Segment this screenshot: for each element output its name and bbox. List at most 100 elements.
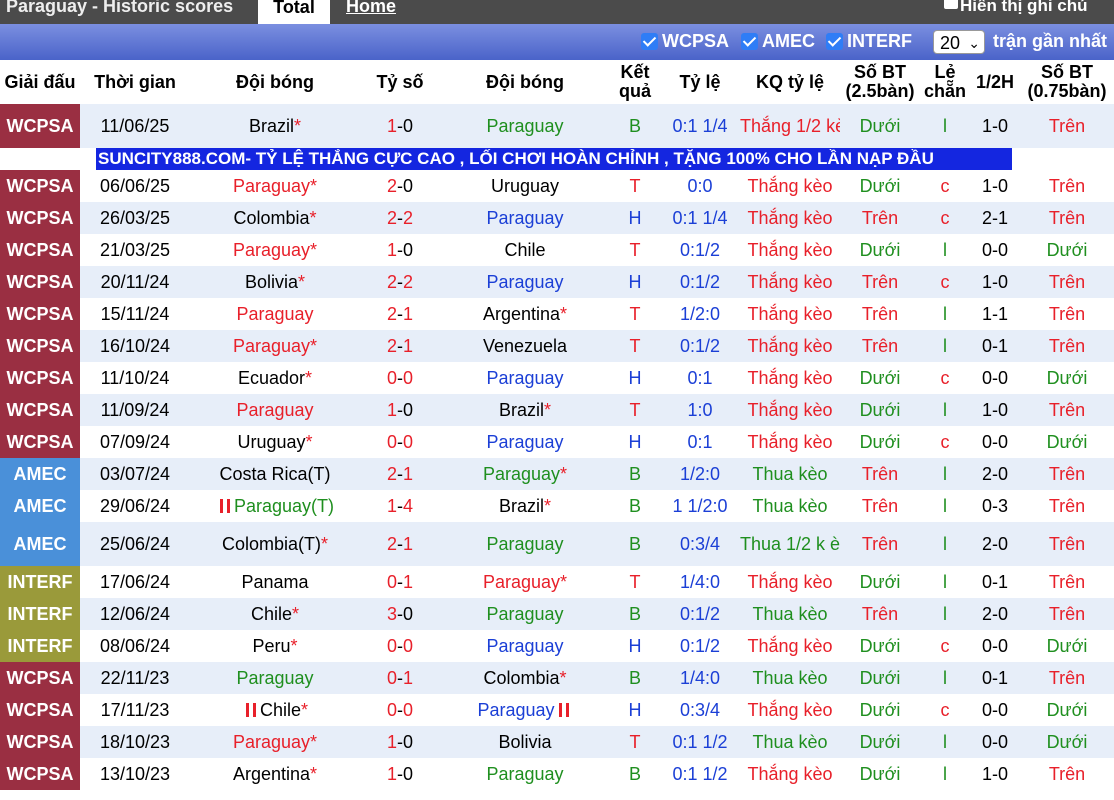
table-row[interactable]: WCPSA 20/11/24 Bolivia* 2-2 Paraguay H 0:1/2 Th… — [0, 266, 1114, 298]
away-team-name[interactable]: Paraguay — [486, 534, 563, 554]
score-cell[interactable]: 1-0 — [360, 394, 440, 426]
filter-interf[interactable]: INTERF — [826, 31, 912, 52]
score-cell[interactable]: 1-0 — [360, 104, 440, 148]
away-team-name[interactable]: Chile — [504, 240, 545, 260]
away-team-cell[interactable]: Paraguay — [440, 104, 610, 148]
ad-banner-cell[interactable]: SUNCITY888.COM- TỶ LỆ THẮNG CỰC CAO , LỐ… — [0, 148, 1114, 170]
home-team-cell[interactable]: Paraguay* — [190, 330, 360, 362]
home-team-cell[interactable]: Paraguay* — [190, 170, 360, 202]
away-team-cell[interactable]: Uruguay — [440, 170, 610, 202]
home-team-cell[interactable]: Ecuador* — [190, 362, 360, 394]
table-row[interactable]: WCPSA 07/09/24 Uruguay* 0-0 Paraguay H 0:1 Thắn… — [0, 426, 1114, 458]
score-cell[interactable]: 1-0 — [360, 758, 440, 790]
away-team-name[interactable]: Uruguay — [491, 176, 559, 196]
table-row[interactable]: WCPSA 06/06/25 Paraguay* 2-0 Uruguay T 0:0 Thắn… — [0, 170, 1114, 202]
away-team-name[interactable]: Paraguay — [483, 572, 560, 592]
tab-total[interactable]: Total — [258, 0, 330, 24]
away-team-cell[interactable]: Paraguay* — [440, 458, 610, 490]
checkbox-icon[interactable] — [826, 33, 843, 50]
away-team-cell[interactable]: Colombia* — [440, 662, 610, 694]
competition-cell[interactable]: AMEC — [0, 490, 80, 522]
competition-cell[interactable]: WCPSA — [0, 394, 80, 426]
table-row[interactable]: WCPSA 22/11/23 Paraguay 0-1 Colombia* B 1/4:0 T… — [0, 662, 1114, 694]
table-row[interactable]: INTERF 12/06/24 Chile* 3-0 Paraguay B 0:1/2 Thu… — [0, 598, 1114, 630]
home-team-cell[interactable]: Peru* — [190, 630, 360, 662]
home-team-name[interactable]: Paraguay — [236, 400, 313, 420]
away-team-name[interactable]: Colombia — [483, 668, 559, 688]
score-cell[interactable]: 0-0 — [360, 694, 440, 726]
home-team-cell[interactable]: Bolivia* — [190, 266, 360, 298]
away-team-name[interactable]: Paraguay — [486, 272, 563, 292]
table-row[interactable]: WCPSA 16/10/24 Paraguay* 2-1 Venezuela T 0:1/2… — [0, 330, 1114, 362]
home-team-cell[interactable]: Costa Rica(T) — [190, 458, 360, 490]
home-team-name[interactable]: Bolivia — [245, 272, 298, 292]
home-team-name[interactable]: Paraguay — [233, 732, 310, 752]
away-team-cell[interactable]: Paraguay — [440, 598, 610, 630]
competition-cell[interactable]: WCPSA — [0, 104, 80, 148]
away-team-name[interactable]: Paraguay — [477, 700, 554, 720]
home-team-name[interactable]: Colombia — [233, 208, 309, 228]
table-row[interactable]: WCPSA 21/03/25 Paraguay* 1-0 Chile T 0:1/2 Thắn… — [0, 234, 1114, 266]
competition-cell[interactable]: WCPSA — [0, 426, 80, 458]
home-team-name[interactable]: Paraguay — [236, 304, 313, 324]
score-cell[interactable]: 2-2 — [360, 202, 440, 234]
table-row[interactable]: WCPSA 11/10/24 Ecuador* 0-0 Paraguay H 0:1 Thắn… — [0, 362, 1114, 394]
show-notes-checkbox[interactable] — [944, 0, 958, 9]
home-team-cell[interactable]: Paraguay* — [190, 234, 360, 266]
table-row[interactable]: WCPSA 15/11/24 Paraguay 2-1 Argentina* T 1/2:0… — [0, 298, 1114, 330]
competition-cell[interactable]: WCPSA — [0, 266, 80, 298]
competition-cell[interactable]: INTERF — [0, 598, 80, 630]
competition-cell[interactable]: WCPSA — [0, 758, 80, 790]
table-row[interactable]: AMEC 29/06/24 Paraguay(T) 1-4 Brazil* B 1 1/2:… — [0, 490, 1114, 522]
away-team-name[interactable]: Paraguay — [486, 764, 563, 784]
home-team-name[interactable]: Peru — [252, 636, 290, 656]
competition-cell[interactable]: WCPSA — [0, 694, 80, 726]
home-team-cell[interactable]: Paraguay — [190, 298, 360, 330]
home-team-name[interactable]: Costa Rica(T) — [219, 464, 330, 484]
away-team-name[interactable]: Paraguay — [486, 432, 563, 452]
away-team-cell[interactable]: Chile — [440, 234, 610, 266]
score-cell[interactable]: 1-0 — [360, 234, 440, 266]
competition-cell[interactable]: AMEC — [0, 458, 80, 490]
filter-wcpsa[interactable]: WCPSA — [641, 31, 729, 52]
home-team-cell[interactable]: Paraguay — [190, 662, 360, 694]
away-team-cell[interactable]: Argentina* — [440, 298, 610, 330]
home-team-name[interactable]: Argentina — [233, 764, 310, 784]
home-team-name[interactable]: Ecuador — [238, 368, 305, 388]
ad-banner-row[interactable]: SUNCITY888.COM- TỶ LỆ THẮNG CỰC CAO , LỐ… — [0, 148, 1114, 170]
checkbox-icon[interactable] — [641, 33, 658, 50]
away-team-name[interactable]: Paraguay — [483, 464, 560, 484]
filter-amec[interactable]: AMEC — [741, 31, 815, 52]
competition-cell[interactable]: WCPSA — [0, 330, 80, 362]
away-team-name[interactable]: Brazil — [499, 400, 544, 420]
competition-cell[interactable]: WCPSA — [0, 362, 80, 394]
home-team-name[interactable]: Chile — [251, 604, 292, 624]
score-cell[interactable]: 2-0 — [360, 170, 440, 202]
away-team-cell[interactable]: Paraguay — [440, 266, 610, 298]
away-team-name[interactable]: Paraguay — [486, 368, 563, 388]
table-row[interactable]: WCPSA 18/10/23 Paraguay* 1-0 Bolivia T 0:1 1/2… — [0, 726, 1114, 758]
away-team-cell[interactable]: Paraguay — [440, 202, 610, 234]
home-team-name[interactable]: Paraguay — [233, 336, 310, 356]
score-cell[interactable]: 2-1 — [360, 330, 440, 362]
score-cell[interactable]: 0-0 — [360, 426, 440, 458]
away-team-cell[interactable]: Bolivia — [440, 726, 610, 758]
away-team-name[interactable]: Bolivia — [498, 732, 551, 752]
away-team-name[interactable]: Paraguay — [486, 116, 563, 136]
away-team-cell[interactable]: Brazil* — [440, 394, 610, 426]
table-row[interactable]: INTERF 17/06/24 Panama 0-1 Paraguay* T 1/4:0 Th… — [0, 566, 1114, 598]
table-row[interactable]: WCPSA 17/11/23 Chile* 0-0 Paraguay H 0:3/4 Thắn… — [0, 694, 1114, 726]
away-team-cell[interactable]: Paraguay — [440, 694, 610, 726]
away-team-cell[interactable]: Paraguay* — [440, 566, 610, 598]
competition-cell[interactable]: WCPSA — [0, 298, 80, 330]
table-row[interactable]: WCPSA 11/09/24 Paraguay 1-0 Brazil* T 1:0 Thắng… — [0, 394, 1114, 426]
home-team-cell[interactable]: Brazil* — [190, 104, 360, 148]
ad-banner[interactable]: SUNCITY888.COM- TỶ LỆ THẮNG CỰC CAO , LỐ… — [96, 148, 1012, 170]
score-cell[interactable]: 0-0 — [360, 362, 440, 394]
score-cell[interactable]: 2-1 — [360, 458, 440, 490]
competition-cell[interactable]: WCPSA — [0, 234, 80, 266]
away-team-name[interactable]: Argentina — [483, 304, 560, 324]
competition-cell[interactable]: AMEC — [0, 522, 80, 566]
away-team-cell[interactable]: Paraguay — [440, 362, 610, 394]
home-team-cell[interactable]: Paraguay — [190, 394, 360, 426]
